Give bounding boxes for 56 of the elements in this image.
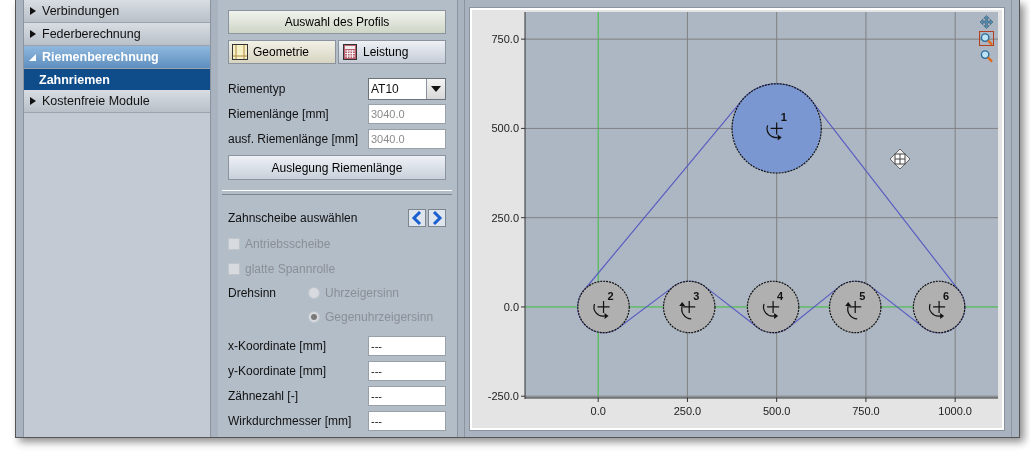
field-label: ausf. Riemenlänge [mm] — [228, 132, 359, 146]
calculator-icon — [342, 44, 358, 60]
pulley[interactable]: 4 — [746, 280, 800, 334]
belt-type-dropdown[interactable]: AT10 — [368, 78, 446, 100]
pulley[interactable]: 5 — [828, 280, 882, 334]
field-label: Riementyp — [228, 82, 286, 96]
axis-tick-label: 0.0 — [503, 300, 519, 313]
axis-tick-label: -250.0 — [487, 390, 519, 403]
field-label: y-Koordinate [mm] — [228, 364, 327, 378]
sidebar-item[interactable]: Verbindungen — [24, 0, 210, 23]
move-icon — [980, 15, 993, 29]
pulley[interactable]: 3 — [662, 280, 716, 334]
pulley[interactable]: 2 — [577, 280, 630, 334]
axis-tick-label: 500.0 — [762, 405, 791, 417]
previous-button[interactable] — [408, 209, 426, 227]
axis-tick-label: 500.0 — [491, 122, 519, 135]
input-field[interactable]: --- — [368, 361, 446, 381]
section-label: Zahnscheibe auswählen — [228, 211, 358, 225]
chart-tool-button[interactable] — [979, 48, 994, 63]
field-label: Riemenlänge [mm] — [228, 107, 329, 121]
chart-tool-button[interactable] — [979, 31, 994, 46]
field-label: Drehsinn — [228, 286, 278, 300]
chevron-right-icon — [431, 211, 443, 225]
profile-button[interactable]: Auswahl des Profils — [228, 10, 446, 34]
input-field[interactable]: --- — [368, 411, 446, 431]
axis-tick-label: 750.0 — [491, 33, 519, 46]
axis-tick-label: 750.0 — [852, 405, 880, 417]
tab[interactable]: Geometrie — [228, 40, 336, 64]
field-label: Zähnezahl [-] — [228, 389, 299, 403]
input-field[interactable]: --- — [368, 336, 446, 356]
axis-tick-label: 1000.0 — [938, 405, 972, 417]
pulley[interactable]: 6 — [912, 280, 966, 334]
collapsed-triangle-icon — [29, 29, 37, 39]
input-field[interactable]: --- — [368, 386, 446, 406]
axis-tick-label: 250.0 — [673, 405, 702, 417]
sidebar-item[interactable]: Federberechnung — [24, 23, 210, 46]
chevron-left-icon — [411, 211, 423, 225]
frame-icon — [232, 44, 248, 60]
axis-tick-label: 0.0 — [590, 405, 606, 417]
collapsed-triangle-icon — [29, 6, 37, 16]
belt-length-button[interactable]: Auslegung Riemenlänge — [228, 155, 446, 180]
axis-tick-label: 250.0 — [491, 211, 519, 224]
dropdown-arrow-icon — [431, 86, 441, 92]
sidebar-subitem[interactable]: Zahnriemen — [24, 69, 210, 90]
move-cursor-icon — [889, 148, 911, 170]
magnifier-icon — [980, 50, 993, 63]
chart-tool-button[interactable] — [979, 14, 994, 29]
field-label: Wirkdurchmesser [mm] — [228, 414, 352, 428]
pulley[interactable]: 1 — [731, 83, 822, 174]
collapsed-triangle-icon — [29, 96, 37, 106]
expanded-triangle-icon — [29, 52, 37, 62]
sidebar-item[interactable]: Kostenfreie Module — [24, 90, 210, 113]
tab[interactable]: Leistung — [338, 40, 446, 64]
magnifier-icon — [980, 33, 993, 46]
field-label: x-Koordinate [mm] — [228, 339, 327, 353]
next-button[interactable] — [428, 209, 446, 227]
